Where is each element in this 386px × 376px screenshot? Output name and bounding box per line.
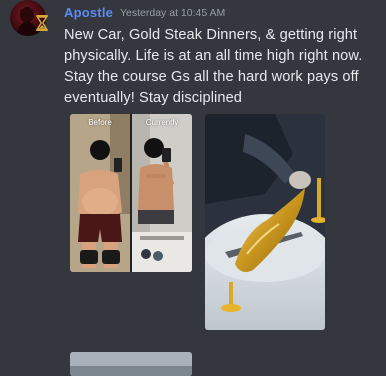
- next-attachment-image[interactable]: [70, 352, 192, 376]
- after-label: Currently: [145, 118, 179, 127]
- gold-hourglass-icon: [35, 14, 49, 32]
- after-photo: Currently: [132, 114, 192, 272]
- before-after-image[interactable]: Before Currently: [70, 114, 192, 272]
- before-label: Before: [88, 118, 112, 127]
- message-content: New Car, Gold Steak Dinners, & getting r…: [64, 27, 363, 106]
- message-timestamp[interactable]: Yesterday at 10:45 AM: [120, 7, 225, 19]
- chat-message: Apostle Yesterday at 10:45 AM New Car, G…: [0, 0, 386, 376]
- avatar-wrapper[interactable]: [10, 0, 49, 36]
- author-name[interactable]: Apostle: [64, 5, 113, 20]
- gold-leaf-steak-image[interactable]: [205, 114, 325, 330]
- before-photo: Before: [70, 114, 130, 272]
